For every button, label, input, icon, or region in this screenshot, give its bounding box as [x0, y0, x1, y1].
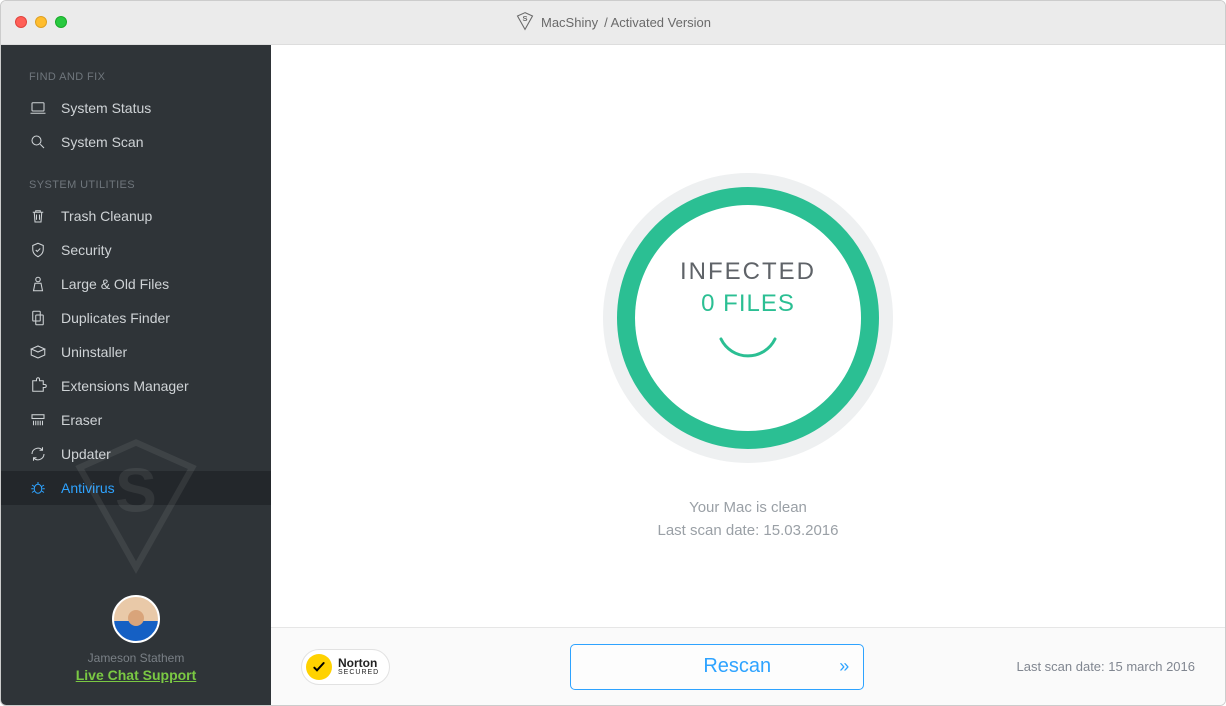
trash-icon: [29, 207, 47, 225]
sidebar-item-label: Trash Cleanup: [61, 208, 152, 224]
main-panel: INFECTED 0 FILES Your Mac is clean Last …: [271, 45, 1225, 705]
smile-icon: [713, 334, 783, 379]
refresh-icon: [29, 445, 47, 463]
section-find-fix: FIND AND FIX: [1, 45, 271, 91]
sidebar-item-label: Security: [61, 242, 112, 258]
checkmark-icon: [306, 654, 332, 680]
bottom-bar: Norton SECURED Rescan » Last scan date: …: [271, 627, 1225, 705]
app-name: MacShiny: [541, 15, 598, 30]
maximize-icon[interactable]: [55, 16, 67, 28]
user-name: Jameson Stathem: [1, 651, 271, 665]
sidebar-item-trash-cleanup[interactable]: Trash Cleanup: [1, 199, 271, 233]
svg-text:S: S: [522, 14, 527, 23]
sidebar-item-uninstaller[interactable]: Uninstaller: [1, 335, 271, 369]
watermark-logo-icon: S: [61, 430, 211, 585]
close-icon[interactable]: [15, 16, 27, 28]
search-icon: [29, 133, 47, 151]
sidebar-item-system-status[interactable]: System Status: [1, 91, 271, 125]
laptop-icon: [29, 99, 47, 117]
status-date: Last scan date: 15.03.2016: [658, 522, 839, 539]
app-version: / Activated Version: [604, 15, 711, 30]
norton-badge[interactable]: Norton SECURED: [301, 649, 390, 685]
infected-count: 0 FILES: [701, 290, 795, 318]
sidebar-item-security[interactable]: Security: [1, 233, 271, 267]
puzzle-icon: [29, 377, 47, 395]
window-controls: [15, 16, 67, 28]
sidebar-item-label: Large & Old Files: [61, 276, 169, 292]
rescan-button[interactable]: Rescan »: [570, 644, 864, 690]
live-chat-link[interactable]: Live Chat Support: [76, 667, 197, 683]
status-clean: Your Mac is clean: [658, 499, 839, 516]
sidebar-footer: S Jameson Stathem Live Chat Support: [1, 595, 271, 705]
sidebar-item-extensions-manager[interactable]: Extensions Manager: [1, 369, 271, 403]
minimize-icon[interactable]: [35, 16, 47, 28]
svg-text:S: S: [115, 455, 157, 525]
section-utilities: SYSTEM UTILITIES: [1, 159, 271, 199]
shredder-icon: [29, 411, 47, 429]
sidebar: FIND AND FIX System Status System Scan S…: [1, 45, 271, 705]
sidebar-item-label: Extensions Manager: [61, 378, 189, 394]
sidebar-item-label: System Scan: [61, 134, 143, 150]
bug-icon: [29, 479, 47, 497]
shield-icon: [29, 241, 47, 259]
copy-icon: [29, 309, 47, 327]
sidebar-item-duplicates-finder[interactable]: Duplicates Finder: [1, 301, 271, 335]
result-ring: INFECTED 0 FILES: [603, 173, 893, 463]
box-icon: [29, 343, 47, 361]
infected-label: INFECTED: [680, 258, 816, 286]
app-title: S MacShiny / Activated Version: [515, 11, 711, 34]
rescan-label: Rescan: [703, 655, 771, 678]
weight-icon: [29, 275, 47, 293]
status-text: Your Mac is clean Last scan date: 15.03.…: [658, 499, 839, 539]
sidebar-item-label: System Status: [61, 100, 151, 116]
chevron-right-icon: »: [839, 656, 845, 677]
sidebar-item-label: Eraser: [61, 412, 102, 428]
sidebar-item-label: Uninstaller: [61, 344, 127, 360]
titlebar: S MacShiny / Activated Version: [1, 1, 1225, 45]
shield-logo-icon: S: [515, 11, 535, 34]
scan-result: INFECTED 0 FILES Your Mac is clean Last …: [271, 45, 1225, 627]
last-scan-text: Last scan date: 15 march 2016: [1016, 659, 1195, 674]
norton-brand: Norton: [338, 657, 379, 669]
sidebar-item-large-old-files[interactable]: Large & Old Files: [1, 267, 271, 301]
avatar[interactable]: [112, 595, 160, 643]
norton-sub: SECURED: [338, 669, 379, 676]
sidebar-item-system-scan[interactable]: System Scan: [1, 125, 271, 159]
app-window: S MacShiny / Activated Version FIND AND …: [0, 0, 1226, 706]
sidebar-item-label: Duplicates Finder: [61, 310, 170, 326]
